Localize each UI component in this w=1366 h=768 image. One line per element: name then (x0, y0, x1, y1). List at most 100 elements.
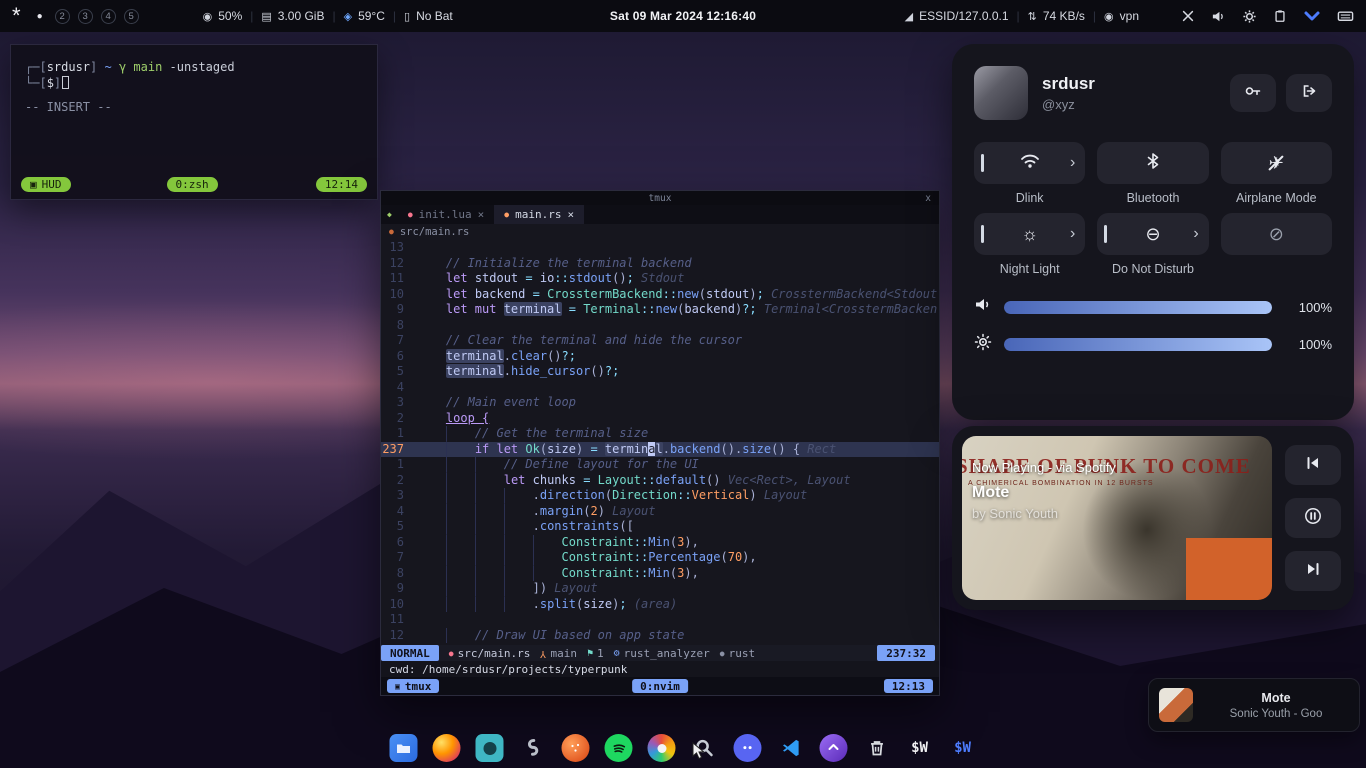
wifi-toggle[interactable]: › (974, 142, 1085, 184)
close-tab-icon[interactable]: × (567, 208, 574, 221)
dock-item-spotify[interactable] (603, 732, 635, 764)
slash-circle-icon: ⊘ (1269, 224, 1284, 245)
code-line[interactable]: 5 .constraints([ (381, 519, 939, 535)
dock-item-firefox[interactable] (431, 732, 463, 764)
hud-badge[interactable]: ▣ HUD (21, 177, 71, 192)
close-tab-icon[interactable]: × (478, 208, 485, 221)
workspace-active-icon[interactable]: ● (37, 11, 43, 22)
brightness-slider[interactable] (1004, 338, 1272, 351)
code-line[interactable]: 6 Constraint::Min(3), (381, 535, 939, 551)
keyboard-icon[interactable] (1337, 9, 1354, 23)
cpu-icon: ◉ (203, 10, 213, 23)
code-line[interactable]: 2 loop { (381, 411, 939, 427)
next-track-button[interactable] (1285, 551, 1341, 591)
wifi-stat[interactable]: ◢ ESSID/127.0.0.1 (905, 9, 1009, 23)
clock[interactable]: Sat 09 Mar 2024 12:16:40 (610, 9, 756, 23)
code-line[interactable]: 3 .direction(Direction::Vertical) Layout (381, 488, 939, 504)
window-icon: ▣ (30, 178, 37, 191)
do-not-disturb-toggle[interactable]: ⊖ › (1097, 213, 1208, 255)
terminal-window[interactable]: ┌─[srdusr] ~ γ main -unstaged └─[$] -- I… (10, 44, 378, 200)
code-line[interactable]: 8 (381, 318, 939, 334)
code-line[interactable]: 4 .margin(2) Layout (381, 504, 939, 520)
next-icon (1305, 562, 1321, 581)
code-line[interactable]: 11 let stdout = io::stdout(); Stdout (381, 271, 939, 287)
speaker-icon[interactable] (1211, 9, 1226, 24)
workspace-4[interactable]: 4 (101, 9, 116, 24)
line-number: 6 (381, 535, 417, 551)
keyring-button[interactable] (1230, 74, 1276, 112)
code-line[interactable]: 12 // Draw UI based on app state (381, 628, 939, 644)
dock-item-vscode[interactable] (775, 732, 807, 764)
dock-item-music-app[interactable] (560, 732, 592, 764)
line-number: 8 (381, 318, 417, 334)
code-line[interactable]: 12 // Initialize the terminal backend (381, 256, 939, 272)
line-number: 4 (381, 380, 417, 396)
volume-slider[interactable] (1004, 301, 1272, 314)
album-art[interactable]: SHAPE OF PUNK TO COME A CHIMERICAL BOMBI… (962, 436, 1272, 600)
user-name: srdusr (1042, 74, 1095, 94)
code-line[interactable]: 6 terminal.clear()?; (381, 349, 939, 365)
clipboard-icon[interactable] (1273, 9, 1287, 23)
code-line[interactable]: 5 terminal.hide_cursor()?; (381, 364, 939, 380)
code-area[interactable]: 1312 // Initialize the terminal backend1… (381, 239, 939, 645)
tmux-session-badge[interactable]: ▣ tmux (387, 679, 439, 693)
logout-button[interactable] (1286, 74, 1332, 112)
statusline-diagnostics: ⚑ 1 (587, 647, 604, 660)
dock-item-vpn-app[interactable] (818, 732, 850, 764)
launcher-flower-icon[interactable]: * (12, 11, 21, 21)
dock-item-trash[interactable] (861, 732, 893, 764)
dock-item-qutebrowser[interactable] (474, 732, 506, 764)
gear-icon[interactable] (1242, 9, 1257, 24)
vscode-icon (781, 738, 801, 758)
zsh-session-badge[interactable]: 0:zsh (167, 177, 218, 192)
workspace-2[interactable]: 2 (55, 9, 70, 24)
tab-main-rs[interactable]: ● main.rs × (494, 205, 584, 224)
memory-value: 3.00 GiB (278, 9, 325, 23)
workspace-5[interactable]: 5 (124, 9, 139, 24)
airplane-mode-toggle[interactable]: ✈ (1221, 142, 1332, 184)
code-line[interactable]: 3 // Main event loop (381, 395, 939, 411)
chevron-right-icon[interactable]: › (1070, 226, 1075, 242)
bluetooth-toggle[interactable] (1097, 142, 1208, 184)
vpn-stat[interactable]: ◉ vpn (1104, 9, 1139, 23)
dock-item-file-manager[interactable] (388, 732, 420, 764)
dock-item-sw-blue[interactable]: $W (947, 732, 979, 764)
code-line[interactable]: 9 let mut terminal = Terminal::new(backe… (381, 302, 939, 318)
code-line[interactable]: 10 let backend = CrosstermBackend::new(s… (381, 287, 939, 303)
bluetooth-icon (1146, 152, 1160, 175)
blocked-toggle[interactable]: ⊘ (1221, 213, 1332, 255)
code-line[interactable]: 7 // Clear the terminal and hide the cur… (381, 333, 939, 349)
tab-init-lua[interactable]: ● init.lua × (398, 205, 494, 224)
tools-icon[interactable] (1181, 9, 1195, 23)
code-line[interactable]: 13 (381, 240, 939, 256)
code-line[interactable]: 7 Constraint::Percentage(70), (381, 550, 939, 566)
code-line[interactable]: 2 let chunks = Layout::default() Vec<Rec… (381, 473, 939, 489)
chevron-down-icon[interactable] (1303, 9, 1321, 23)
editor-window[interactable]: tmux x ◆ ● init.lua × ● main.rs × ● src/… (380, 190, 940, 696)
code-line[interactable]: 9 ]) Layout (381, 581, 939, 597)
workspace-3[interactable]: 3 (78, 9, 93, 24)
previous-track-button[interactable] (1285, 445, 1341, 485)
pause-button[interactable] (1285, 498, 1341, 538)
code-line[interactable]: 4 (381, 380, 939, 396)
code-line[interactable]: 11 (381, 612, 939, 628)
notification-toast[interactable]: Mote Sonic Youth - Goo (1148, 678, 1360, 732)
code-line[interactable]: 237 if let Ok(size) = terminal.backend()… (381, 442, 939, 458)
chevron-right-icon[interactable]: › (1193, 226, 1198, 242)
code-line[interactable]: 1 // Get the terminal size (381, 426, 939, 442)
code-line[interactable]: 8 Constraint::Min(3), (381, 566, 939, 582)
code-line[interactable]: 1 // Define layout for the UI (381, 457, 939, 473)
code-line[interactable]: 10 .split(size); (area) (381, 597, 939, 613)
chevron-right-icon[interactable]: › (1070, 155, 1075, 171)
dock-item-discord[interactable] (732, 732, 764, 764)
file-type-icon: ● (389, 227, 394, 236)
line-number: 13 (381, 240, 417, 256)
night-light-toggle[interactable]: ☼ › (974, 213, 1085, 255)
mouse-cursor (692, 742, 706, 765)
cursor-position-badge: 237:32 (877, 645, 935, 661)
dock-item-image-viewer[interactable] (646, 732, 678, 764)
dock-item-shell[interactable] (517, 732, 549, 764)
dock-item-sw-white[interactable]: $W (904, 732, 936, 764)
tmux-window-badge[interactable]: 0:nvim (632, 679, 688, 693)
close-window-icon[interactable]: x (925, 193, 931, 204)
